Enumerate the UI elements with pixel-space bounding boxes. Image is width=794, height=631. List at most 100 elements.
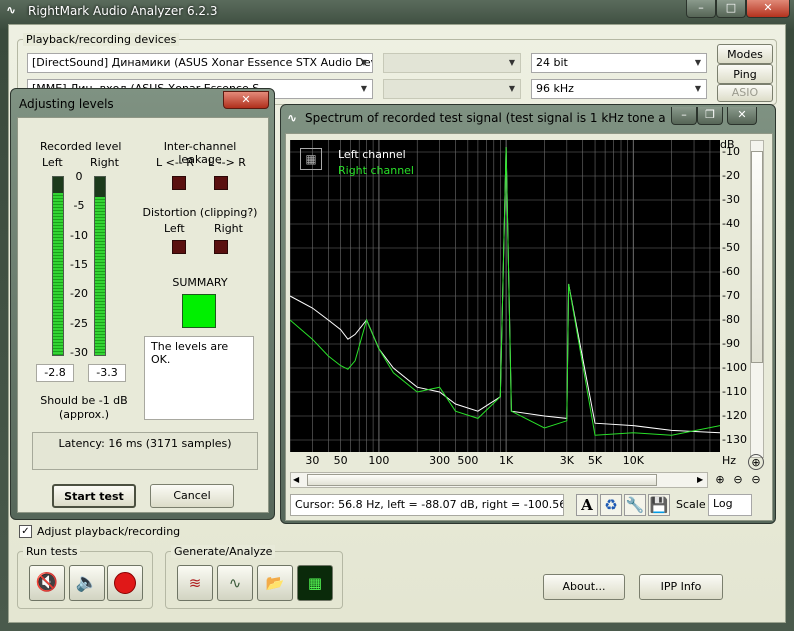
wrench-icon[interactable]: 🔧 [624,494,646,516]
scroll-right-icon[interactable]: ▶ [697,475,703,484]
record-button[interactable] [107,565,143,601]
levels-dialog: Adjusting levels ✕ Recorded level Left R… [10,88,275,520]
ipp-info-button[interactable]: IPP Info [639,574,723,600]
title-bar: ∿ RightMark Audio Analyzer 6.2.3 – □ ✕ [0,0,794,24]
right-label: Right [90,156,119,169]
summary-label: SUMMARY [172,276,228,289]
adjust-checkbox[interactable]: ✓ [19,525,32,538]
start-test-button[interactable]: Start test [52,484,136,508]
generate-label: Generate/Analyze [171,545,276,558]
scale-value: Log [713,497,733,510]
bits-select[interactable]: 24 bit ▼ [531,53,707,73]
chevron-down-icon: ▼ [508,84,516,93]
latency-text: Latency: 16 ms (3171 samples) [58,437,232,450]
horizontal-scroll-thumb[interactable] [307,474,657,486]
zoom-in-x-icon[interactable]: ⊕ [712,472,728,488]
level-scale-tick: -5 [73,199,85,213]
scale-select[interactable]: Log [708,494,752,516]
distortion-left-indicator [172,240,186,254]
levels-dialog-body: Recorded level Left Right 0 -5 -10 -15 -20 -2… [17,117,269,513]
legend-right: Right channel [338,164,414,177]
waveform-icon: ∿ [287,111,298,125]
save-icon[interactable]: 💾 [648,494,670,516]
maximize-button[interactable]: □ [716,0,746,18]
level-scale: 0 -5 -10 -15 -20 -25 -30 [68,170,90,362]
recorded-level-label: Recorded level [40,140,122,153]
vertical-scrollbar[interactable] [750,140,764,458]
y-tick-label: -30 [722,193,740,206]
y-tick-label: -20 [722,169,740,182]
cursor-text: Cursor: 56.8 Hz, left = -88.07 dB, right… [295,498,564,511]
chevron-down-icon: ▼ [360,84,368,93]
speaker-icon[interactable]: 🔈 [69,565,105,601]
modes-button[interactable]: Modes [717,44,773,64]
recording-format-select: ▼ [383,79,521,99]
level-scale-tick: 0 [75,170,83,183]
summary-indicator [182,294,216,328]
zoom-in-icon[interactable]: ⊕ [748,454,764,470]
chevron-down-icon: ▼ [694,84,702,93]
waveform-file-icon[interactable]: ∿ [217,565,253,601]
y-tick-label: -10 [722,145,740,158]
recycle-icon[interactable]: ♻ [600,494,622,516]
spectrum-body: ▦ Left channel Right channel dB -10 -20 -3… [285,133,773,521]
devices-group-label: Playback/recording devices [23,33,180,46]
distortion-right-indicator [214,240,228,254]
latency-panel: Latency: 16 ms (3171 samples) [32,432,258,470]
distortion-left-label: Left [164,222,185,235]
left-level-fill [53,193,63,355]
cursor-readout: Cursor: 56.8 Hz, left = -88.07 dB, right… [290,494,564,516]
y-tick-label: -80 [722,313,740,326]
chevron-down-icon: ▼ [694,58,702,67]
record-icon [114,572,136,594]
analyze-spectrum-icon[interactable]: ▦ [297,565,333,601]
x-tick-labels: 30 50 100 300 500 1K 3K 5K 10K [290,454,720,468]
level-scale-tick: -30 [70,345,88,359]
left-level-value: -2.8 [36,364,74,382]
rate-select[interactable]: 96 kHz ▼ [531,79,707,99]
run-tests-label: Run tests [23,545,81,558]
spectrum-restore-button[interactable]: ❐ [697,107,723,125]
spectrum-minimize-button[interactable]: – [671,107,697,125]
vertical-scroll-thumb[interactable] [751,151,763,363]
grid-toggle-icon[interactable]: ▦ [300,148,322,170]
chevron-down-icon: ▼ [508,58,516,67]
x-tick-label: 500 [457,454,479,467]
zoom-out-x-icon[interactable]: ⊖ [730,472,746,488]
close-button[interactable]: ✕ [746,0,790,18]
ping-button[interactable]: Ping [717,64,773,84]
minimize-button[interactable]: – [686,0,716,18]
spectrum-close-button[interactable]: ✕ [727,107,757,125]
waveform-icon: ∿ [6,3,17,17]
left-level-meter [52,176,64,356]
distortion-label: Distortion (clipping?) [142,206,258,219]
x-tick-label: 1K [499,454,514,467]
window-title: RightMark Audio Analyzer 6.2.3 [28,4,218,18]
font-icon[interactable]: A [576,494,598,516]
leakage-lr-indicator [172,176,186,190]
horizontal-scrollbar[interactable]: ◀ ▶ [290,472,708,488]
open-folder-icon[interactable]: 📂 [257,565,293,601]
approx-label: (approx.) [59,408,109,421]
spectrum-plot: ▦ Left channel Right channel [289,140,721,452]
leakage-lr-label: L <-- R [156,156,194,169]
level-scale-tick: -10 [70,228,88,242]
x-tick-label: 10K [622,454,644,467]
generate-wave-icon[interactable]: ≋ [177,565,213,601]
leakage-rl-indicator [214,176,228,190]
y-tick-label: -50 [722,241,740,254]
y-tick-label: -130 [722,433,747,446]
x-unit-label: Hz [722,454,737,467]
about-button[interactable]: About... [543,574,625,600]
y-tick-label: -60 [722,265,740,278]
zoom-fit-icon[interactable]: ⊖ [748,472,764,488]
right-level-fill [95,196,105,355]
x-tick-label: 3K [559,454,574,467]
y-tick-label: -40 [722,217,740,230]
scroll-left-icon[interactable]: ◀ [293,475,299,484]
x-tick-label: 30 [305,454,320,467]
cancel-button[interactable]: Cancel [150,484,234,508]
dialog-close-button[interactable]: ✕ [223,91,269,109]
playback-device-select[interactable]: [DirectSound] Динамики (ASUS Xonar Essen… [27,53,373,73]
speaker-mute-icon[interactable]: 🔇 [29,565,65,601]
